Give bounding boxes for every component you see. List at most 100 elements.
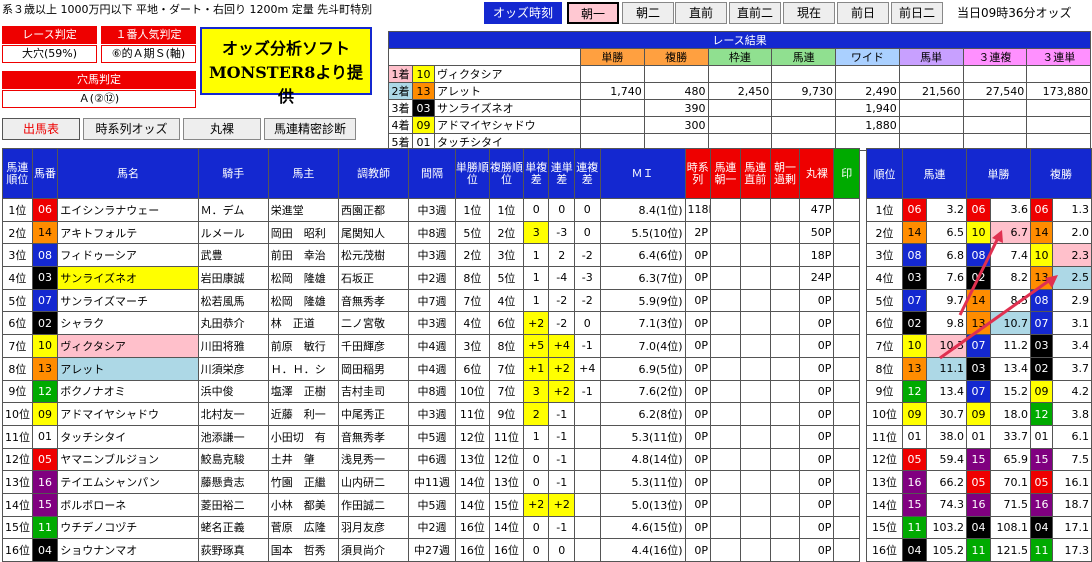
- horse-number: 04: [966, 515, 991, 540]
- mark[interactable]: [833, 515, 860, 540]
- horse-name[interactable]: サンライズネオ: [57, 266, 199, 290]
- quinella-odds: 11.1: [926, 356, 967, 381]
- time-button-6[interactable]: 前日二: [891, 2, 943, 24]
- nav-button-1[interactable]: 時系列オッズ: [83, 118, 180, 140]
- entry-row[interactable]: 6位 02 シャラク 丸田恭介 林 正道 二ノ宮敬 中3週 4位 6位 +2 -…: [2, 311, 860, 336]
- mark[interactable]: [833, 311, 860, 336]
- horse-name[interactable]: テイエムシャンパン: [57, 470, 199, 494]
- result-payout: 1,880: [835, 116, 900, 134]
- entry-row[interactable]: 2位 14 アキトフォルテ ルメール 岡田 昭利 尾関知人 中8週 5位 2位 …: [2, 220, 860, 245]
- owner: 松岡 隆雄: [267, 288, 339, 313]
- time-button-0[interactable]: 朝一: [567, 2, 619, 24]
- entry-row[interactable]: 4位 03 サンライズネオ 岩田康誠 松岡 隆雄 石坂正 中2週 8位 5位 1…: [2, 266, 860, 290]
- entry-row[interactable]: 1位 06 エイシンラナウェー Ｍ．デム 栄進堂 西園正都 中3週 1位 1位 …: [2, 198, 860, 222]
- horse-number: 06: [1030, 198, 1053, 222]
- nav-button-0[interactable]: 出馬表: [2, 118, 80, 140]
- horse-name[interactable]: ウチデノコヅチ: [57, 515, 199, 540]
- horse-name[interactable]: ボルボローネ: [57, 492, 199, 517]
- diff-3: 0: [573, 198, 601, 222]
- horse-name[interactable]: ヴィクタシア: [57, 334, 199, 358]
- entry-header: 馬名: [57, 148, 199, 199]
- horse-name[interactable]: アドマイヤシャドウ: [57, 402, 199, 426]
- horse-number: 05: [902, 447, 927, 472]
- mark[interactable]: [833, 198, 860, 222]
- horse-name[interactable]: サンライズマーチ: [57, 288, 199, 313]
- jockey: 武豊: [197, 243, 269, 268]
- bare-score: 0P: [799, 379, 835, 404]
- nav-button-2[interactable]: 丸裸: [183, 118, 261, 140]
- entry-row[interactable]: 11位 01 タッチシタイ 池添謙一 小田切 有 音無秀孝 中5週 12位 11…: [2, 424, 860, 449]
- time-button-5[interactable]: 前日: [837, 2, 889, 24]
- side-rank: 1位: [866, 198, 903, 222]
- horse-name[interactable]: エイシンラナウェー: [57, 198, 199, 222]
- mark[interactable]: [833, 538, 860, 562]
- result-row: 1着 10 ヴィクタシア: [388, 65, 1092, 83]
- mark[interactable]: [833, 447, 860, 472]
- time-series: 0P: [684, 470, 712, 494]
- entry-row[interactable]: 9位 12 ボクノナオミ 浜中俊 塩澤 正樹 吉村圭司 中8週 10位 7位 3…: [2, 379, 860, 404]
- mark[interactable]: [833, 424, 860, 449]
- side-row: 12位 05 59.4 15 65.9 15 7.5: [866, 447, 1092, 472]
- mark[interactable]: [833, 402, 860, 426]
- mark[interactable]: [833, 492, 860, 517]
- quinella-rank: 2位: [2, 220, 33, 245]
- quinella-morning: [710, 515, 741, 540]
- mark[interactable]: [833, 379, 860, 404]
- horse-number: 13: [902, 356, 927, 381]
- win-odds: 13.4: [990, 356, 1031, 381]
- diff-3: -3: [573, 266, 601, 290]
- win-odds: 11.2: [990, 334, 1031, 358]
- trainer: 須貝尚介: [337, 538, 410, 562]
- morning-excess: [769, 470, 801, 494]
- horse-name[interactable]: シャラク: [57, 311, 199, 336]
- morning-excess: [769, 538, 801, 562]
- mark[interactable]: [833, 470, 860, 494]
- side-rank: 13位: [866, 470, 903, 494]
- horse-name[interactable]: ボクノナオミ: [57, 379, 199, 404]
- entry-row[interactable]: 12位 05 ヤマニンブルジョン 鮫島克駿 土井 肇 浅見秀一 中6週 13位 …: [2, 447, 860, 472]
- jockey: Ｍ．デム: [197, 198, 269, 222]
- horse-name[interactable]: アレット: [57, 356, 199, 381]
- entry-row[interactable]: 7位 10 ヴィクタシア 川田将雅 前原 敏行 千田輝彦 中4週 3位 8位 +…: [2, 334, 860, 358]
- entry-row[interactable]: 13位 16 テイエムシャンパン 藤懸貴志 竹園 正繼 山内研二 中11週 14…: [2, 470, 860, 494]
- time-button-2[interactable]: 直前: [675, 2, 727, 24]
- time-button-4[interactable]: 現在: [783, 2, 835, 24]
- mark[interactable]: [833, 288, 860, 313]
- time-button-3[interactable]: 直前二: [729, 2, 781, 24]
- horse-name[interactable]: アキトフォルテ: [57, 220, 199, 245]
- result-horse-name: サンライズネオ: [434, 99, 581, 117]
- entry-row[interactable]: 5位 07 サンライズマーチ 松若風馬 松岡 隆雄 音無秀孝 中7週 7位 4位…: [2, 288, 860, 313]
- horse-name[interactable]: ヤマニンブルジョン: [57, 447, 199, 472]
- entry-row[interactable]: 8位 13 アレット 川須栄彦 Ｈ．Ｈ．シ 岡田稲男 中4週 6位 7位 +1 …: [2, 356, 860, 381]
- horse-name[interactable]: ショウナンマオ: [57, 538, 199, 562]
- trainer: 羽月友彦: [337, 515, 410, 540]
- mark[interactable]: [833, 266, 860, 290]
- horse-name[interactable]: フィドゥーシア: [57, 243, 199, 268]
- entry-row[interactable]: 10位 09 アドマイヤシャドウ 北村友一 近藤 利一 中尾秀正 中3週 11位…: [2, 402, 860, 426]
- horse-number: 03: [412, 99, 435, 117]
- horse-number: 02: [966, 266, 991, 290]
- horse-number: 03: [902, 266, 927, 290]
- diff-3: -1: [573, 334, 601, 358]
- mark[interactable]: [833, 356, 860, 381]
- quinella-morning: [710, 266, 741, 290]
- entry-row[interactable]: 15位 11 ウチデノコヅチ 蛯名正義 菅原 広隆 羽月友彦 中2週 16位 1…: [2, 515, 860, 540]
- result-payout: [962, 99, 1028, 117]
- diff-1: +1: [522, 356, 550, 381]
- result-row: 2着 13 アレット 1,740 480 2,450 9,730 2,490 21,560 27,…: [388, 82, 1092, 100]
- nav-button-3[interactable]: 馬連精密診断: [264, 118, 356, 140]
- diff-1: +5: [522, 334, 550, 358]
- mark[interactable]: [833, 334, 860, 358]
- entry-row[interactable]: 14位 15 ボルボローネ 菱田裕二 小林 都美 作田誠二 中5週 14位 15…: [2, 492, 860, 517]
- diff-1: 0: [522, 470, 550, 494]
- entry-row[interactable]: 16位 04 ショウナンマオ 荻野琢真 国本 哲秀 須貝尚介 中27週 16位 …: [2, 538, 860, 562]
- time-series: 0P: [684, 447, 712, 472]
- place-rank: 12位: [488, 447, 524, 472]
- side-row: 13位 16 66.2 05 70.1 05 16.1: [866, 470, 1092, 494]
- mark[interactable]: [833, 220, 860, 245]
- morning-excess: [769, 288, 801, 313]
- horse-name[interactable]: タッチシタイ: [57, 424, 199, 449]
- mark[interactable]: [833, 243, 860, 268]
- time-button-1[interactable]: 朝二: [622, 2, 674, 24]
- entry-row[interactable]: 3位 08 フィドゥーシア 武豊 前田 幸治 松元茂樹 中3週 2位 3位 1 …: [2, 243, 860, 268]
